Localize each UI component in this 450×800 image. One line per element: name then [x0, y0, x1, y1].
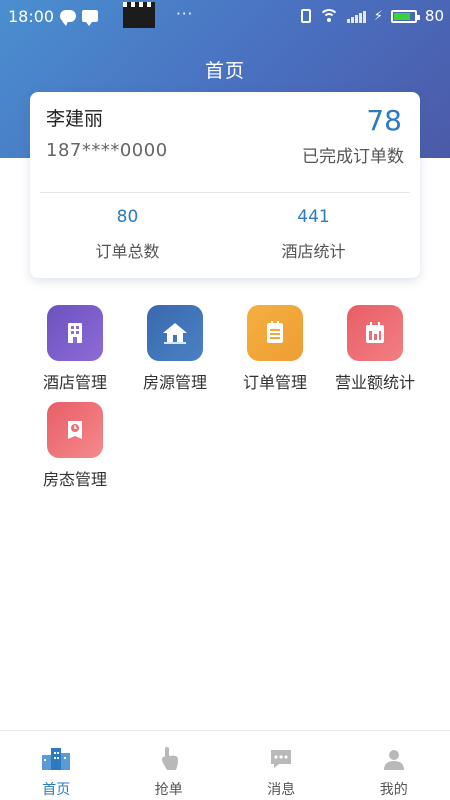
clapperboard-icon	[123, 2, 155, 28]
menu-label: 酒店管理	[42, 373, 107, 392]
status-time: 18:00	[8, 6, 55, 26]
tab-label: 我的	[379, 782, 408, 798]
wifi-icon	[318, 9, 339, 23]
tab-messages[interactable]: 消息	[225, 731, 338, 800]
calendar-chart-icon	[347, 305, 403, 361]
message-icon	[82, 10, 99, 26]
tab-grab-order[interactable]: 抢单	[113, 731, 226, 800]
menu-item-hotel-management[interactable]: 酒店管理	[25, 305, 125, 393]
menu-label: 房源管理	[142, 373, 207, 392]
user-name: 李建丽	[46, 108, 104, 130]
tab-label: 消息	[267, 782, 296, 798]
menu-label: 房态管理	[42, 470, 107, 489]
grab-hand-icon	[157, 745, 181, 771]
tab-profile[interactable]: 我的	[338, 731, 450, 800]
tab-home[interactable]: 首页	[0, 731, 113, 800]
hotel-building-icon	[47, 305, 103, 361]
profile-person-icon	[382, 745, 406, 771]
stat-value: 441	[297, 207, 330, 227]
chat-icon	[60, 10, 77, 26]
stat-value: 80	[116, 207, 139, 227]
menu-item-room-status-management[interactable]: 房态管理	[25, 402, 125, 490]
tab-bar: 首页 抢单 消息 我的	[0, 730, 450, 800]
status-bar: 18:00 ··· ⚡ 80	[0, 0, 450, 32]
house-icon	[147, 305, 203, 361]
stat-label: 酒店统计	[281, 242, 346, 261]
user-phone: 187****0000	[46, 140, 168, 161]
room-status-icon	[47, 402, 103, 458]
more-icon: ···	[176, 5, 194, 23]
profile-card: 李建丽 187****0000 78 已完成订单数 80 订单总数 441 酒店…	[30, 92, 420, 278]
stat-hotel-count[interactable]: 441 酒店统计	[216, 204, 411, 262]
battery-percent: 80	[424, 7, 444, 25]
stat-label: 订单总数	[95, 242, 160, 261]
message-bubble-icon	[268, 745, 294, 771]
menu-item-revenue-statistics[interactable]: 营业额统计	[325, 305, 425, 393]
vibrate-icon	[300, 9, 311, 23]
tab-label: 首页	[42, 782, 71, 798]
battery-icon	[390, 9, 420, 23]
menu-label: 营业额统计	[334, 373, 415, 392]
charging-icon: ⚡	[373, 8, 383, 24]
stat-total-orders[interactable]: 80 订单总数	[30, 204, 225, 262]
page-title: 首页	[204, 60, 245, 82]
tab-label: 抢单	[154, 782, 183, 798]
menu-label: 订单管理	[242, 373, 307, 392]
card-divider	[40, 192, 410, 193]
home-buildings-icon	[40, 745, 72, 771]
menu-item-room-source-management[interactable]: 房源管理	[125, 305, 225, 393]
signal-icon	[346, 9, 366, 23]
completed-orders-value: 78	[366, 104, 402, 137]
order-list-icon	[247, 305, 303, 361]
completed-orders-label: 已完成订单数	[302, 147, 404, 167]
menu-item-order-management[interactable]: 订单管理	[225, 305, 325, 393]
